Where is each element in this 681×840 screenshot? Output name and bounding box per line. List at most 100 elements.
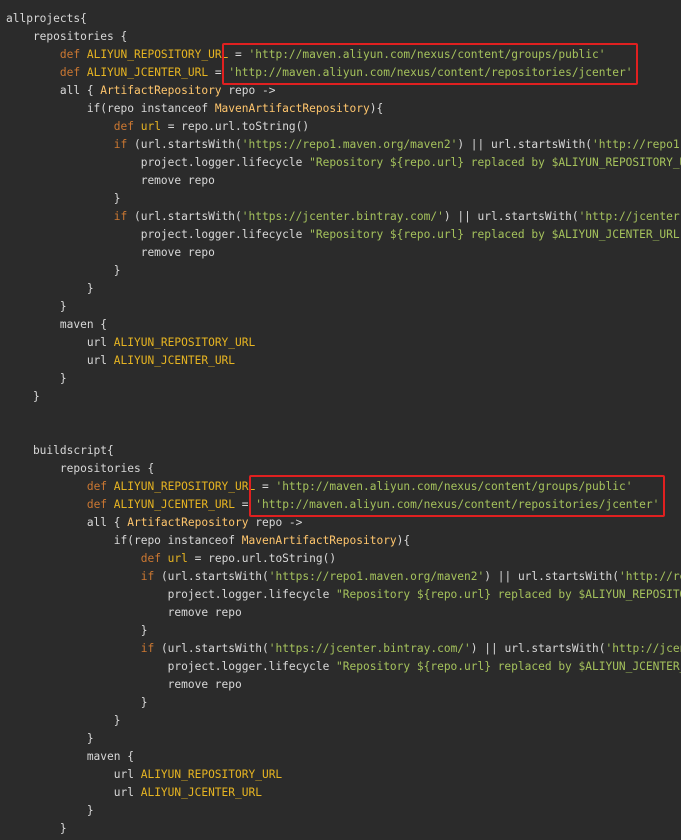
code-token-str: "Repository ${repo.url} replaced by $ALI… bbox=[309, 228, 681, 241]
code-line: if (url.startsWith('https://jcenter.bint… bbox=[6, 640, 681, 658]
code-token-plain: ) || url.startsWith( bbox=[484, 570, 619, 583]
code-token-var: ALIYUN_JCENTER_URL bbox=[113, 498, 236, 511]
code-token-plain: ) || url.startsWith( bbox=[443, 210, 579, 223]
code-token-kw: if bbox=[140, 570, 161, 583]
code-token-kw: def bbox=[140, 552, 168, 565]
code-token-kw: def bbox=[59, 48, 87, 61]
code-token-plain: project.logger.lifecycle bbox=[6, 660, 337, 673]
code-token-var: ALIYUN_REPOSITORY_URL bbox=[86, 48, 229, 61]
code-line: url ALIYUN_REPOSITORY_URL bbox=[6, 766, 282, 784]
code-line: if(repo instanceof MavenArtifactReposito… bbox=[6, 100, 383, 118]
code-token-plain: } bbox=[6, 822, 67, 835]
code-line: repositories { bbox=[6, 460, 154, 478]
code-token-type: ArtifactRepository bbox=[127, 516, 249, 529]
code-line: } bbox=[6, 280, 94, 298]
code-line: remove repo bbox=[6, 676, 242, 694]
code-token-plain: } bbox=[6, 282, 94, 295]
code-token-plain: maven { bbox=[6, 750, 134, 763]
code-token-str: 'http://jcenter.bintray.com/' bbox=[578, 210, 681, 223]
code-line: def ALIYUN_JCENTER_URL = 'http://maven.a… bbox=[6, 496, 660, 514]
code-token-str: 'https://repo1.maven.org/maven2' bbox=[241, 138, 458, 151]
code-token-kw: def bbox=[113, 120, 141, 133]
code-line: project.logger.lifecycle "Repository ${r… bbox=[6, 586, 681, 604]
code-token-plain: } bbox=[6, 714, 121, 727]
code-token-str: 'https://jcenter.bintray.com/' bbox=[268, 642, 471, 655]
code-line: if(repo instanceof MavenArtifactReposito… bbox=[6, 532, 410, 550]
code-token-plain: repo -> bbox=[221, 84, 276, 97]
code-token-plain: } bbox=[6, 696, 148, 709]
code-token-str: 'http://maven.aliyun.com/nexus/content/g… bbox=[248, 48, 606, 61]
code-token-str: "Repository ${repo.url} replaced by $ALI… bbox=[336, 588, 681, 601]
code-token-plain: repositories { bbox=[6, 30, 128, 43]
code-token-plain: (url.startsWith( bbox=[160, 570, 269, 583]
code-token-plain: } bbox=[6, 372, 67, 385]
code-line: } bbox=[6, 820, 67, 838]
code-token-kw: if bbox=[140, 642, 161, 655]
code-line: maven { bbox=[6, 748, 134, 766]
code-token-plain: remove repo bbox=[6, 678, 242, 691]
code-token-kw: def bbox=[59, 66, 87, 79]
code-line: } bbox=[6, 730, 94, 748]
code-line: def url = repo.url.toString() bbox=[6, 118, 309, 136]
code-line: def ALIYUN_JCENTER_URL = 'http://maven.a… bbox=[6, 64, 633, 82]
code-token-type: MavenArtifactRepository bbox=[214, 102, 370, 115]
code-token-plain: ) || url.startsWith( bbox=[457, 138, 593, 151]
code-token-plain: } bbox=[6, 624, 148, 637]
code-token-plain: allprojects{ bbox=[6, 12, 87, 25]
code-line: all { ArtifactRepository repo -> bbox=[6, 514, 303, 532]
code-line: } bbox=[6, 190, 121, 208]
code-editor[interactable]: allprojects{ repositories { def ALIYUN_R… bbox=[0, 0, 681, 840]
code-token-plain: remove repo bbox=[6, 606, 242, 619]
code-token-str: "Repository ${repo.url} replaced by $ALI… bbox=[336, 660, 681, 673]
code-token-var: ALIYUN_REPOSITORY_URL bbox=[140, 768, 283, 781]
code-token-plain: } bbox=[6, 804, 94, 817]
code-token-str: 'http://repo1.maven.org/maven2' bbox=[618, 570, 681, 583]
code-token-kw: if bbox=[113, 138, 134, 151]
code-token-type: MavenArtifactRepository bbox=[241, 534, 397, 547]
code-token-str: 'http://maven.aliyun.com/nexus/content/r… bbox=[255, 498, 660, 511]
code-line: } bbox=[6, 622, 148, 640]
code-token-str: 'http://jcenter.bintray.com/' bbox=[605, 642, 681, 655]
code-token-plain: remove repo bbox=[6, 246, 215, 259]
code-token-plain: if(repo instanceof bbox=[6, 102, 215, 115]
code-token-plain: = bbox=[235, 498, 256, 511]
code-line: maven { bbox=[6, 316, 107, 334]
code-token-plain: if(repo instanceof bbox=[6, 534, 242, 547]
code-token-plain: buildscript{ bbox=[6, 444, 114, 457]
code-line: } bbox=[6, 694, 148, 712]
code-line: def ALIYUN_REPOSITORY_URL = 'http://mave… bbox=[6, 478, 633, 496]
code-line: remove repo bbox=[6, 604, 242, 622]
code-token-plain: url bbox=[6, 336, 114, 349]
code-line: url ALIYUN_JCENTER_URL bbox=[6, 352, 235, 370]
code-token-str: 'https://jcenter.bintray.com/' bbox=[241, 210, 444, 223]
code-token-var: url bbox=[140, 120, 161, 133]
code-line: if (url.startsWith('https://repo1.maven.… bbox=[6, 568, 681, 586]
code-token-plain: project.logger.lifecycle bbox=[6, 588, 337, 601]
code-token-kw: def bbox=[86, 498, 114, 511]
code-token-plain: all { bbox=[6, 516, 128, 529]
code-line: remove repo bbox=[6, 172, 215, 190]
code-line: project.logger.lifecycle "Repository ${r… bbox=[6, 226, 681, 244]
code-token-plain: } bbox=[6, 192, 121, 205]
code-token-plain: (url.startsWith( bbox=[134, 138, 242, 151]
code-token-plain: = bbox=[255, 480, 276, 493]
code-token-var: ALIYUN_REPOSITORY_URL bbox=[113, 480, 256, 493]
code-token-str: 'http://repo1.maven.org/maven2' bbox=[592, 138, 681, 151]
code-token-str: 'https://repo1.maven.org/maven2' bbox=[268, 570, 485, 583]
code-line: } bbox=[6, 802, 94, 820]
code-token-type: ArtifactRepository bbox=[100, 84, 222, 97]
code-line: remove repo bbox=[6, 244, 215, 262]
code-token-plain: maven { bbox=[6, 318, 108, 331]
code-token-plain: repo -> bbox=[248, 516, 303, 529]
code-token-str: 'http://maven.aliyun.com/nexus/content/g… bbox=[275, 480, 633, 493]
code-token-plain: } bbox=[6, 390, 40, 403]
code-token-var: ALIYUN_JCENTER_URL bbox=[140, 786, 262, 799]
code-line: project.logger.lifecycle "Repository ${r… bbox=[6, 154, 681, 172]
